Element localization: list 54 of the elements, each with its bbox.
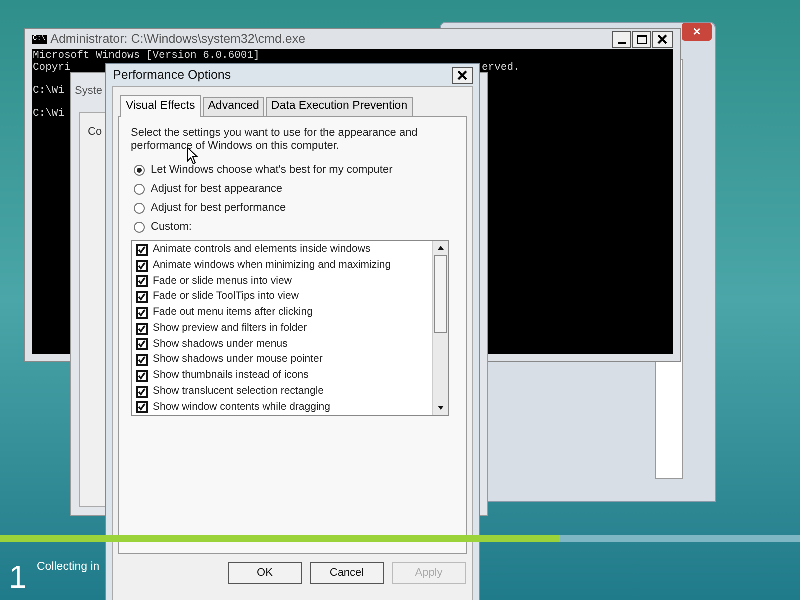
radio-icon[interactable] <box>134 202 145 214</box>
radio-option[interactable]: Custom: <box>134 220 454 234</box>
console-line: Copyri <box>33 62 71 74</box>
console-line: Microsoft Windows [Version 6.0.6001] <box>33 50 260 62</box>
scrollbar[interactable] <box>432 241 448 415</box>
step-number: 1 <box>9 558 27 596</box>
radio-icon[interactable] <box>134 222 145 232</box>
dialog-button[interactable]: Cancel <box>310 562 384 584</box>
minimize-icon[interactable] <box>612 30 631 48</box>
radio-option[interactable]: Let Windows choose what's best for my computer <box>134 163 454 177</box>
window-title: Administrator: C:\Windows\system32\cmd.exe <box>50 30 307 48</box>
checkbox-option[interactable]: Animate controls and elements inside windows <box>136 242 432 258</box>
checkbox-icon[interactable] <box>136 275 148 288</box>
tab[interactable]: Advanced <box>203 97 264 116</box>
checkbox-icon[interactable] <box>136 354 148 366</box>
radio-icon[interactable] <box>134 164 145 176</box>
dialog-button[interactable]: OK <box>228 562 302 584</box>
close-icon[interactable] <box>652 30 673 48</box>
checkbox-option[interactable]: Show preview and filters in folder <box>136 320 432 336</box>
status-text: Collecting in <box>37 560 100 575</box>
tab[interactable]: Co <box>88 126 102 138</box>
close-button[interactable]: × <box>682 23 712 41</box>
checkbox-icon[interactable] <box>136 291 148 304</box>
window-title: Syste <box>75 84 103 99</box>
checkbox-icon[interactable] <box>136 338 148 350</box>
checkbox-option[interactable]: Animate windows when minimizing and maximizing <box>136 258 432 274</box>
maximize-icon[interactable] <box>632 30 651 48</box>
checkbox-icon[interactable] <box>136 386 148 398</box>
console-line: C:\Wi <box>33 108 65 120</box>
checkbox-option[interactable]: Show thumbnails instead of icons <box>136 368 432 384</box>
tab[interactable]: Data Execution Prevention <box>266 97 413 116</box>
radio-icon[interactable] <box>134 184 145 194</box>
radio-option[interactable]: Adjust for best appearance <box>134 182 454 196</box>
checkbox-option[interactable]: Fade or slide ToolTips into view <box>136 289 432 305</box>
checkbox-icon[interactable] <box>136 401 148 414</box>
checkbox-option[interactable]: Fade or slide menus into view <box>136 274 432 290</box>
radio-option[interactable]: Adjust for best performance <box>134 201 454 215</box>
close-icon[interactable] <box>452 66 473 84</box>
checkbox-icon[interactable] <box>136 244 148 256</box>
checkbox-option[interactable]: Show window contents while dragging <box>136 400 432 415</box>
checkbox-option[interactable]: Show shadows under menus <box>136 336 432 352</box>
dialog-title: Performance Options <box>112 66 232 84</box>
checkbox-option[interactable]: Show shadows under mouse pointer <box>136 352 432 368</box>
checkbox-icon[interactable] <box>136 370 148 382</box>
checkbox-icon[interactable] <box>136 322 148 335</box>
checkbox-icon[interactable] <box>136 306 148 319</box>
scroll-thumb[interactable] <box>434 255 447 333</box>
console-line: C:\Wi <box>33 85 65 97</box>
tab[interactable]: Visual Effects <box>120 95 202 117</box>
console-line: erved. <box>482 62 520 74</box>
intro-text: Select the settings you want to use for the appearance and performance of Windows on this computer. <box>131 127 419 153</box>
checkbox-option[interactable]: Show translucent selection rectangle <box>136 384 432 400</box>
checkbox-icon[interactable] <box>136 260 148 272</box>
checkbox-option[interactable]: Fade out menu items after clicking <box>136 305 432 321</box>
